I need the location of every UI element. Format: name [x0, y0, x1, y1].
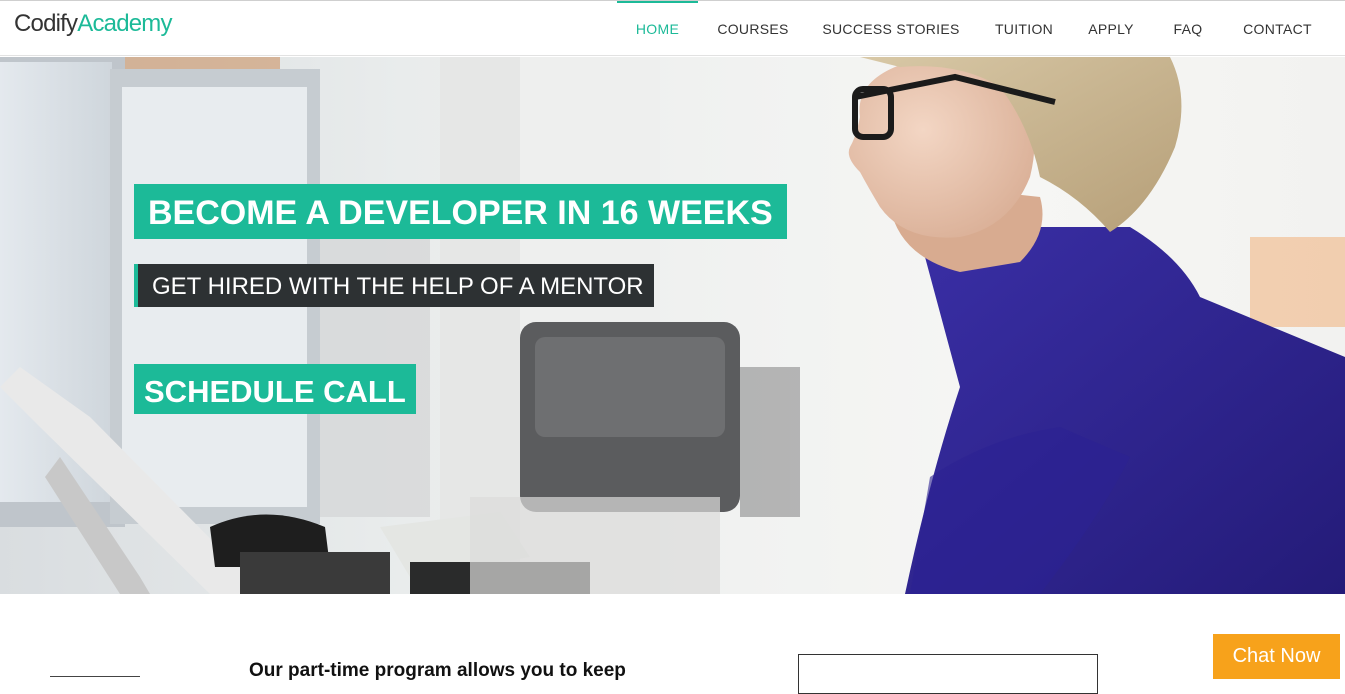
nav-home[interactable]: HOME — [617, 1, 698, 56]
site-header: CodifyAcademy HOME COURSES SUCCESS STORI… — [0, 1, 1345, 56]
side-form-box[interactable] — [798, 654, 1098, 694]
logo-word-academy: Academy — [77, 10, 172, 37]
nav-tuition[interactable]: TUITION — [988, 1, 1060, 56]
hero-photo-woman-at-computer — [0, 57, 1345, 594]
nav-success-stories[interactable]: SUCCESS STORIES — [819, 1, 963, 56]
chat-now-button[interactable]: Chat Now — [1213, 634, 1340, 679]
nav-faq[interactable]: FAQ — [1166, 1, 1210, 56]
nav-contact[interactable]: CONTACT — [1238, 1, 1317, 56]
hero-headline: BECOME A DEVELOPER IN 16 WEEKS — [134, 184, 787, 239]
divider — [50, 676, 140, 677]
intro-text: Our part-time program allows you to keep — [249, 660, 626, 681]
logo-word-codify: Codify — [14, 10, 78, 37]
nav-courses[interactable]: COURSES — [714, 1, 792, 56]
nav-apply[interactable]: APPLY — [1082, 1, 1140, 56]
schedule-call-button[interactable]: SCHEDULE CALL — [134, 364, 416, 414]
site-logo[interactable]: CodifyAcademy — [14, 10, 172, 38]
hero-subheadline: GET HIRED WITH THE HELP OF A MENTOR — [134, 264, 654, 307]
hero-banner: BECOME A DEVELOPER IN 16 WEEKS GET HIRED… — [0, 57, 1345, 594]
